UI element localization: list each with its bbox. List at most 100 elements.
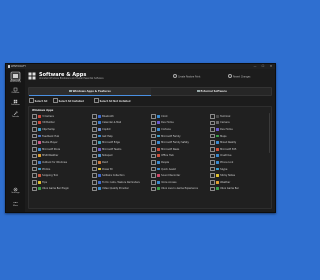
app-item[interactable]: Photos	[32, 166, 90, 173]
app-checkbox[interactable]	[151, 146, 156, 152]
app-checkbox[interactable]	[151, 179, 156, 185]
app-checkbox[interactable]	[210, 153, 215, 159]
app-checkbox[interactable]	[92, 179, 97, 185]
app-checkbox[interactable]	[92, 186, 97, 192]
app-item[interactable]: Skype	[210, 166, 268, 173]
app-checkbox[interactable]	[210, 173, 215, 178]
tab-windows-apps[interactable]: Windows Apps & Features	[29, 88, 151, 96]
app-checkbox[interactable]	[210, 133, 215, 139]
app-item[interactable]: Microsoft 365	[210, 146, 268, 153]
app-checkbox[interactable]	[151, 127, 156, 132]
app-item[interactable]: 3 Camera	[32, 113, 90, 120]
app-item[interactable]: To Do: Lists, Tasks & Reminders	[92, 179, 150, 186]
app-item[interactable]: Sticky Notes	[210, 172, 268, 179]
app-item[interactable]: Clipchamp	[32, 126, 90, 133]
app-checkbox[interactable]	[32, 114, 37, 119]
app-item[interactable]: Clock	[151, 113, 209, 120]
app-item[interactable]: MSN Weather	[32, 153, 90, 160]
app-checkbox[interactable]	[92, 146, 97, 152]
app-item[interactable]: Office Hub	[151, 153, 209, 160]
app-item[interactable]: Copilot	[92, 126, 150, 133]
app-item[interactable]: Microsoft Family	[151, 133, 209, 140]
app-checkbox[interactable]	[151, 153, 156, 159]
create-restore-point-button[interactable]: Create Restore Point	[173, 73, 200, 78]
app-checkbox[interactable]	[92, 133, 97, 139]
app-item[interactable]: Snipping Tool	[32, 172, 90, 179]
app-item[interactable]: Sound Recorder	[151, 172, 209, 179]
app-item[interactable]: Tips	[32, 179, 90, 186]
app-item[interactable]: Video Quality Provider	[92, 186, 150, 193]
app-checkbox[interactable]	[32, 120, 37, 126]
app-checkbox[interactable]	[210, 160, 215, 165]
tab-external-software[interactable]: External Software	[151, 88, 273, 95]
app-item[interactable]: Calendar & Mail	[92, 120, 150, 127]
revert-changes-button[interactable]: Revert Changes	[228, 73, 250, 78]
app-item[interactable]: Xbox Live In-Game Experience	[151, 186, 209, 193]
app-item[interactable]: Camera	[210, 120, 268, 127]
app-item[interactable]: Microsoft News	[151, 146, 209, 153]
app-checkbox[interactable]	[92, 153, 97, 159]
app-checkbox[interactable]	[32, 179, 37, 185]
app-item[interactable]: Solitaire Collection	[92, 172, 150, 179]
app-checkbox[interactable]	[32, 173, 37, 178]
app-checkbox[interactable]	[210, 127, 215, 132]
app-item[interactable]: Phone Link	[210, 159, 268, 166]
app-item[interactable]: Cortana	[151, 126, 209, 133]
app-checkbox[interactable]	[92, 166, 97, 172]
app-checkbox[interactable]	[32, 146, 37, 152]
app-item[interactable]: Microsoft Teams	[92, 146, 150, 153]
app-item[interactable]: Outlook for Windows	[32, 159, 90, 166]
app-checkbox[interactable]	[151, 173, 156, 178]
app-checkbox[interactable]	[151, 114, 156, 119]
select-all-installed-checkbox[interactable]: Select All Installed	[53, 98, 84, 105]
app-item[interactable]: Microsoft Family Safety	[151, 139, 209, 146]
app-item[interactable]: Weather	[210, 179, 268, 186]
app-checkbox[interactable]	[151, 160, 156, 165]
app-item[interactable]: Microsoft Store	[32, 146, 90, 153]
app-checkbox[interactable]	[151, 140, 156, 145]
app-checkbox[interactable]	[92, 114, 97, 119]
app-item[interactable]: Paint	[92, 159, 150, 166]
sidebar-item-more[interactable]: More	[6, 200, 25, 208]
app-checkbox[interactable]	[92, 160, 97, 165]
app-item[interactable]: Voice Access	[151, 179, 209, 186]
app-checkbox[interactable]	[92, 120, 97, 126]
app-checkbox[interactable]	[32, 133, 37, 139]
app-item[interactable]: Media Player	[32, 139, 90, 146]
sidebar-item-settings[interactable]: Settings	[6, 187, 25, 195]
app-item[interactable]: Quick Assist	[151, 166, 209, 173]
app-item[interactable]: Microsoft Edge	[92, 139, 150, 146]
app-item[interactable]: Feedback Hub	[32, 133, 90, 140]
app-checkbox[interactable]	[92, 127, 97, 132]
app-item[interactable]: Dev Home	[210, 126, 268, 133]
app-checkbox[interactable]	[32, 140, 37, 145]
app-checkbox[interactable]	[210, 114, 215, 119]
app-checkbox[interactable]	[210, 140, 215, 145]
app-checkbox[interactable]	[32, 153, 37, 159]
app-item[interactable]: Get Help	[92, 133, 150, 140]
app-checkbox[interactable]	[151, 120, 156, 126]
app-checkbox[interactable]	[32, 127, 37, 132]
app-checkbox[interactable]	[151, 166, 156, 172]
app-checkbox[interactable]	[210, 166, 215, 172]
app-item[interactable]: Mixed Reality	[210, 139, 268, 146]
app-item[interactable]: 3D Builder	[32, 120, 90, 127]
sidebar-item-software[interactable]: Software	[6, 99, 25, 107]
select-all-not-installed-checkbox[interactable]: Select All Not Installed	[94, 98, 130, 105]
app-item[interactable]: People	[151, 159, 209, 166]
app-checkbox[interactable]	[151, 133, 156, 139]
app-item[interactable]: Xbox Game Bar Plugin	[32, 186, 90, 193]
scrollbar[interactable]	[268, 113, 270, 153]
app-item[interactable]: Bluetooth	[92, 113, 150, 120]
app-checkbox[interactable]	[32, 166, 37, 172]
app-checkbox[interactable]	[92, 140, 97, 145]
app-checkbox[interactable]	[210, 120, 215, 126]
app-item[interactable]: Dev Home	[151, 120, 209, 127]
app-item[interactable]: Power BI	[92, 166, 150, 173]
app-checkbox[interactable]	[32, 160, 37, 165]
app-checkbox[interactable]	[92, 173, 97, 178]
app-checkbox[interactable]	[32, 186, 37, 192]
sidebar-item-debloat[interactable]: Debloat	[6, 87, 25, 95]
app-checkbox[interactable]	[151, 186, 156, 192]
select-all-checkbox[interactable]: Select All	[29, 98, 47, 105]
